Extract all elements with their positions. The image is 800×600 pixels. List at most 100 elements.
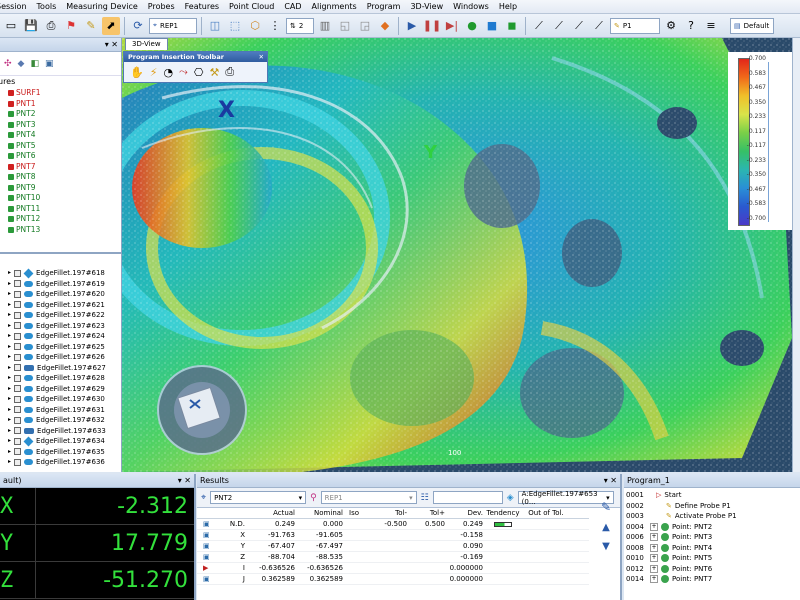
shade-icon[interactable]: ▥ [316, 17, 334, 35]
expand-icon[interactable]: ▸ [8, 457, 11, 468]
alignment-select[interactable]: ⌖ REP1 [149, 17, 197, 34]
layout-select[interactable]: ▤ Default [730, 17, 774, 34]
menu-item-program[interactable]: Program [362, 2, 406, 11]
menu-item-cad[interactable]: CAD [279, 2, 306, 11]
edge-icon[interactable]: ◲ [356, 17, 374, 35]
results-table-row[interactable]: ▣ N.D. 0.249 0.000 -0.500 0.500 0.249 [197, 519, 589, 530]
cad-element-item[interactable]: ▸ EdgeFillet.197#619 [0, 279, 121, 290]
tab-3d-view[interactable]: 3D-View [125, 38, 168, 50]
expand-icon[interactable]: ▸ [8, 447, 11, 458]
cad-element-item[interactable]: ▸ EdgeFillet.197#636 [0, 457, 121, 468]
visibility-checkbox[interactable] [14, 311, 22, 319]
menu-item-help[interactable]: Help [494, 2, 522, 11]
expand-icon[interactable]: ▸ [8, 384, 11, 395]
probe-tool-1-icon[interactable]: ⟋ [530, 17, 548, 35]
expand-icon[interactable]: ▸ [8, 363, 11, 374]
camera-icon[interactable]: ⎔ [194, 66, 204, 79]
cad-element-item[interactable]: ▸ EdgeFillet.197#625 [0, 342, 121, 353]
visibility-checkbox[interactable] [14, 374, 22, 382]
cad-element-item[interactable]: ▸ EdgeFillet.197#631 [0, 405, 121, 416]
menu-item-alignments[interactable]: Alignments [307, 2, 362, 11]
print-icon[interactable]: ⎙ [42, 17, 60, 35]
expand-icon[interactable]: ▸ [8, 373, 11, 384]
visibility-checkbox[interactable] [14, 290, 22, 298]
feature-select[interactable]: PNT2 ▾ [210, 491, 307, 504]
expand-icon[interactable]: ▸ [8, 331, 11, 342]
feature-item[interactable]: PNT1 [0, 99, 121, 110]
probe-icon[interactable]: ✎ [82, 17, 100, 35]
feature-item[interactable]: PNT4 [0, 130, 121, 141]
cad-element-item[interactable]: ▸ EdgeFillet.197#630 [0, 394, 121, 405]
feature-item[interactable]: PNT5 [0, 141, 121, 152]
cad-element-item[interactable]: ▸ EdgeFillet.197#620 [0, 289, 121, 300]
feature-item[interactable]: PNT7 [0, 162, 121, 173]
menu-item-windows[interactable]: Windows [448, 2, 494, 11]
brush-icon[interactable]: ✎ [601, 500, 611, 514]
panel-pin-icon[interactable]: ▾ ✕ [105, 40, 118, 49]
expand-icon[interactable]: + [650, 554, 658, 563]
program-step[interactable]: 0003 ✎ Activate Probe P1 [624, 511, 800, 522]
results-column-header[interactable]: Tendency [483, 509, 523, 517]
menu-item-point-cloud[interactable]: Point Cloud [224, 2, 279, 11]
probe-list-icon[interactable]: ≡ [702, 17, 720, 35]
feature-item[interactable]: PNT13 [0, 225, 121, 236]
visibility-checkbox[interactable] [14, 458, 22, 466]
expand-icon[interactable]: ▸ [8, 415, 11, 426]
hand-icon[interactable]: ✋ [130, 66, 144, 79]
cad-element-item[interactable]: ▸ EdgeFillet.197#624 [0, 331, 121, 342]
point-cloud-icon[interactable]: ◆ [376, 17, 394, 35]
results-column-header[interactable]: Tol- [365, 509, 407, 517]
flag-icon[interactable]: ⚑ [62, 17, 80, 35]
expand-icon[interactable]: ▸ [8, 289, 11, 300]
expand-icon[interactable]: ▸ [8, 394, 11, 405]
surface-icon[interactable]: ◧ [30, 59, 39, 69]
feature-item[interactable]: PNT12 [0, 214, 121, 225]
program-step[interactable]: 0010 + Point: PNT5 [624, 553, 800, 564]
expand-icon[interactable]: ▸ [8, 426, 11, 437]
menu-item-measuring-device[interactable]: Measuring Device [61, 2, 143, 11]
expand-icon[interactable]: ▸ [8, 321, 11, 332]
expand-icon[interactable]: ▸ [8, 310, 11, 321]
move-down-icon[interactable]: ▼ [602, 541, 610, 552]
tools-icon[interactable]: ⚒ [209, 66, 219, 79]
results-column-header[interactable]: Out of Tol. [523, 509, 569, 517]
visibility-checkbox[interactable] [14, 437, 22, 445]
visibility-checkbox[interactable] [14, 385, 22, 393]
feature-item[interactable]: PNT3 [0, 120, 121, 131]
cad-element-item[interactable]: ▸ EdgeFillet.197#623 [0, 321, 121, 332]
results-column-header[interactable]: Iso [343, 509, 365, 517]
panel-pin-icon[interactable]: ▾ ✕ [604, 476, 617, 485]
results-table-row[interactable]: ▣ Z -88.704 -88.535 -0.169 [197, 552, 589, 563]
record-icon[interactable]: ◼ [503, 17, 521, 35]
visibility-checkbox[interactable] [14, 353, 22, 361]
cad-element-item[interactable]: ▸ EdgeFillet.197#635 [0, 447, 121, 458]
move-up-icon[interactable]: ▲ [602, 522, 610, 533]
feature-item[interactable]: PNT10 [0, 193, 121, 204]
probe-insert-icon[interactable]: ⤳ [179, 65, 188, 79]
expand-icon[interactable]: ▸ [8, 405, 11, 416]
visibility-checkbox[interactable] [14, 416, 22, 424]
cad-element-item[interactable]: ▸ EdgeFillet.197#626 [0, 352, 121, 363]
cad-element-item[interactable]: ▸ EdgeFillet.197#629 [0, 384, 121, 395]
expand-icon[interactable]: + [650, 543, 658, 552]
cad-element-item[interactable]: ▸ EdgeFillet.197#634 [0, 436, 121, 447]
print-icon[interactable]: ⎙ [225, 65, 234, 79]
results-column-header[interactable]: Dev. [445, 509, 483, 517]
pause-icon[interactable]: ❚❚ [423, 17, 441, 35]
program-step[interactable]: 0014 + Point: PNT7 [624, 574, 800, 585]
feature-item[interactable]: PNT2 [0, 109, 121, 120]
panel-pin-icon[interactable]: ▾ ✕ [178, 476, 191, 485]
play-icon[interactable]: ▶ [403, 17, 421, 35]
rotate-icon[interactable]: ⟳ [129, 17, 147, 35]
results-table-row[interactable]: ▣ Y -67.407 -67.497 0.090 [197, 541, 589, 552]
cad-element-item[interactable]: ▸ EdgeFillet.197#628 [0, 373, 121, 384]
menu-item-3d-view[interactable]: 3D-View [405, 2, 448, 11]
step-icon[interactable]: ▶| [443, 17, 461, 35]
cad-element-item[interactable]: ▸ EdgeFillet.197#618 [0, 268, 121, 279]
feature-item[interactable]: SURF1 [0, 88, 121, 99]
probe-help-icon[interactable]: ? [682, 17, 700, 35]
expand-icon[interactable]: ▸ [8, 436, 11, 447]
gauge-icon[interactable]: ◔ [163, 66, 173, 79]
visibility-checkbox[interactable] [14, 395, 22, 403]
3d-view-viewport[interactable]: X Y [122, 38, 792, 472]
